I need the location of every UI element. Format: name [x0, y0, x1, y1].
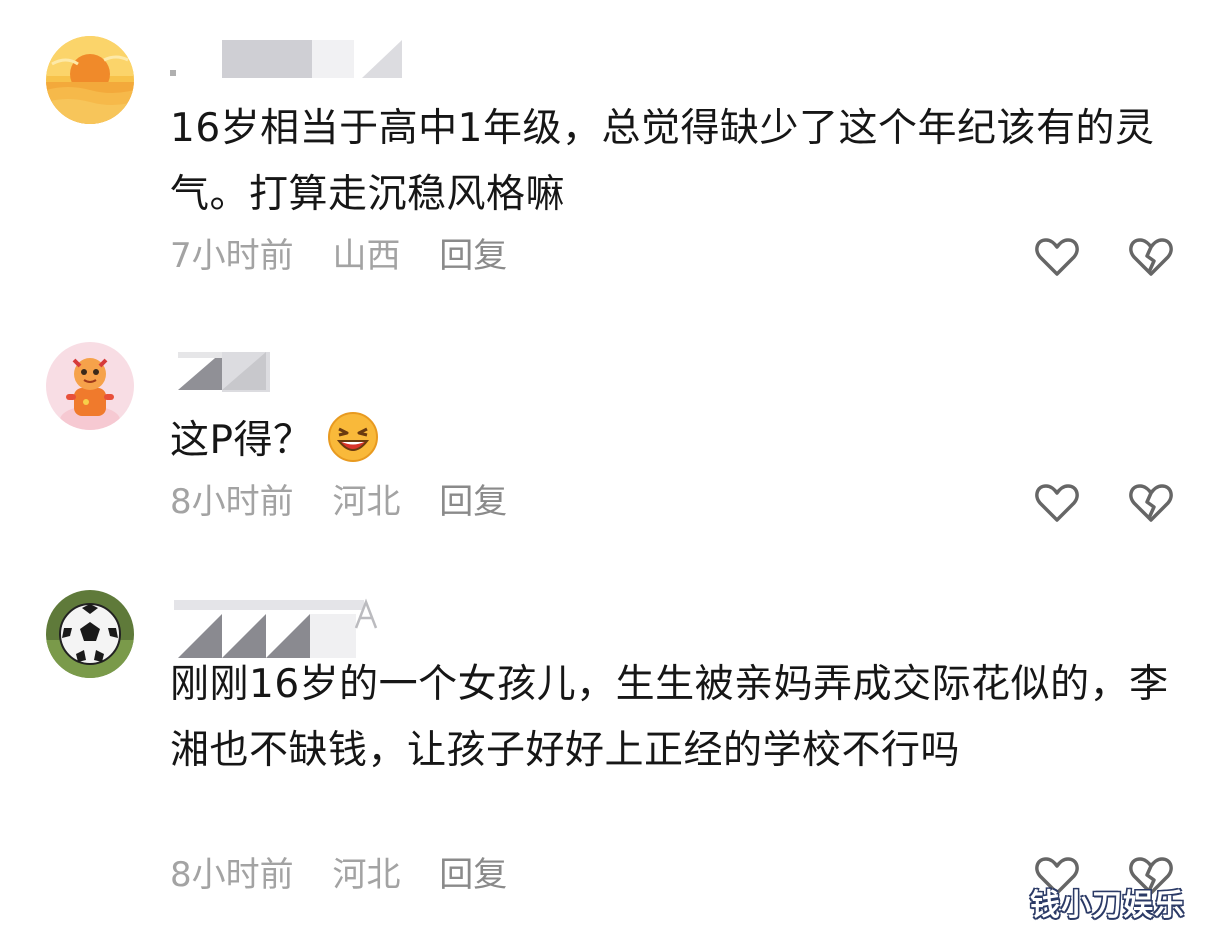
reply-button[interactable]: 回复	[439, 236, 507, 276]
comment-time: 7小时前	[170, 236, 294, 276]
reply-button[interactable]: 回复	[439, 855, 507, 895]
broken-heart-icon	[1129, 238, 1173, 276]
comment-time: 8小时前	[170, 482, 294, 522]
user-avatar[interactable]	[46, 36, 134, 124]
reply-button[interactable]: 回复	[439, 482, 507, 522]
heart-icon	[1035, 238, 1079, 276]
like-button[interactable]	[1034, 482, 1080, 524]
comment-location: 河北	[332, 855, 401, 895]
comment-text-content: 这P得？	[170, 418, 313, 463]
dislike-button[interactable]	[1128, 482, 1174, 524]
blurred-username[interactable]	[170, 598, 390, 658]
broken-heart-icon	[1129, 484, 1173, 522]
dislike-button[interactable]	[1128, 236, 1174, 278]
comment-meta: 8小时前 河北 回复	[170, 855, 535, 895]
heart-icon	[1035, 484, 1079, 522]
comment-location: 山西	[332, 236, 401, 276]
blurred-username[interactable]	[170, 350, 310, 400]
cartoon-character-avatar-icon	[46, 342, 134, 430]
comment-text: 刚刚16岁的一个女孩儿，生生被亲妈弄成交际花似的，李湘也不缺钱，让孩子好好上正经…	[170, 662, 1169, 773]
comment-meta: 7小时前 山西 回复	[170, 236, 535, 276]
soccer-ball-avatar-icon	[46, 590, 134, 678]
comment-location: 河北	[332, 482, 401, 522]
comment-text: 16岁相当于高中1年级，总觉得缺少了这个年纪该有的灵气。打算走沉稳风格嘛	[170, 106, 1155, 217]
like-button[interactable]	[1034, 236, 1080, 278]
user-avatar[interactable]	[46, 590, 134, 678]
comment-text: 这P得？	[170, 408, 1180, 474]
blurred-username[interactable]	[170, 38, 410, 88]
comment-meta: 8小时前 河北 回复	[170, 482, 535, 522]
sunset-avatar-icon	[46, 36, 134, 124]
comment-time: 8小时前	[170, 855, 294, 895]
laughing-emoji-icon	[327, 412, 378, 462]
watermark: 钱小刀娱乐	[1030, 888, 1185, 923]
user-avatar[interactable]	[46, 342, 134, 430]
